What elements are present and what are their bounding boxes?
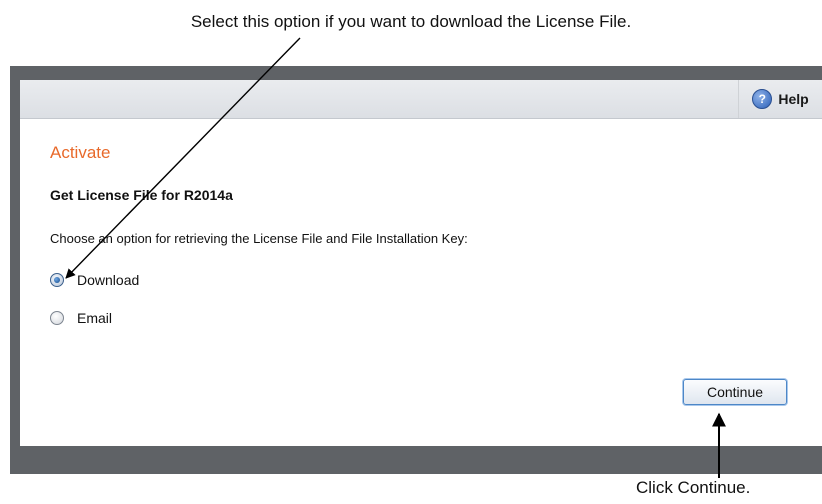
page-subtitle: Get License File for R2014a [50, 187, 233, 203]
download-callout-text: Select this option if you want to downlo… [190, 12, 632, 31]
help-label: Help [778, 91, 809, 107]
toolbar: ? Help [20, 80, 822, 119]
download-option-label: Download [77, 272, 140, 288]
email-option-label: Email [77, 310, 113, 326]
download-option[interactable]: Download [50, 272, 139, 288]
activation-panel: Activate Get License File for R2014a Cho… [20, 119, 822, 446]
continue-callout-text: Click Continue. [636, 478, 751, 497]
email-radio[interactable] [50, 311, 64, 325]
help-question-icon: ? [752, 89, 773, 109]
email-option[interactable]: Email [50, 310, 112, 326]
activation-window: ? Help Activate Get License File for R20… [10, 66, 822, 474]
download-radio[interactable] [50, 273, 64, 287]
window-footer [20, 446, 822, 474]
page-title: Activate [50, 143, 111, 162]
help-button[interactable]: ? Help [738, 80, 822, 118]
option-prompt: Choose an option for retrieving the Lice… [50, 231, 468, 246]
continue-button[interactable]: Continue [683, 379, 787, 405]
